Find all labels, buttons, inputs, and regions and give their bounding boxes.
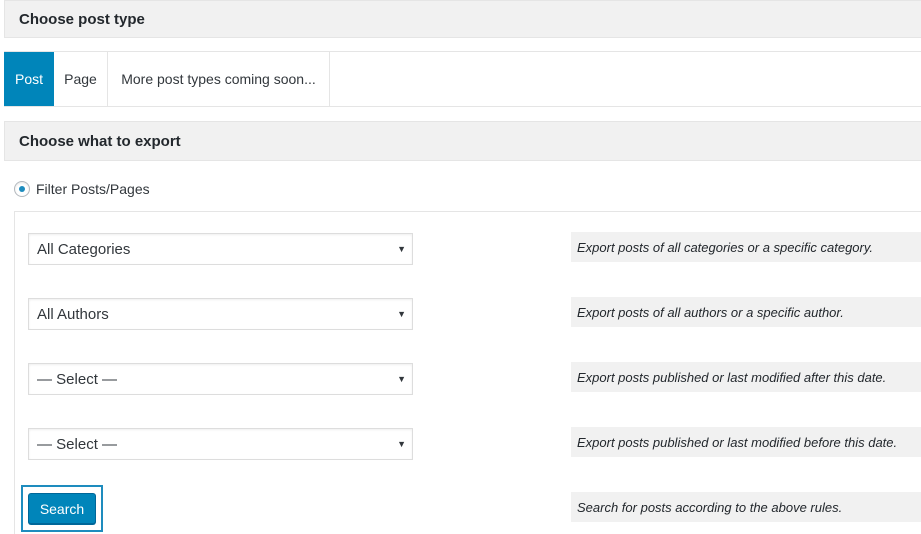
after-date-select[interactable]: — Select — ▼ xyxy=(28,363,413,395)
category-select[interactable]: All Categories ▼ xyxy=(28,233,413,265)
filter-radio-button[interactable] xyxy=(14,181,30,197)
tab-page[interactable]: Page xyxy=(54,52,108,106)
post-type-title: Choose post type xyxy=(19,10,145,28)
before-date-select[interactable]: — Select — ▼ xyxy=(28,428,413,460)
post-type-header: Choose post type xyxy=(4,0,921,38)
filter-radio-option[interactable]: Filter Posts/Pages xyxy=(14,181,150,197)
tab-post[interactable]: Post xyxy=(4,52,54,106)
author-select[interactable]: All Authors ▼ xyxy=(28,298,413,330)
after-date-description: Export posts published or last modified … xyxy=(571,362,921,392)
chevron-down-icon: ▼ xyxy=(397,309,406,319)
filter-radio-label: Filter Posts/Pages xyxy=(36,181,150,197)
before-date-select-value: — Select — xyxy=(37,435,118,453)
category-description: Export posts of all categories or a spec… xyxy=(571,232,921,262)
chevron-down-icon: ▼ xyxy=(397,244,406,254)
before-date-description: Export posts published or last modified … xyxy=(571,427,921,457)
category-select-value: All Categories xyxy=(37,240,131,258)
author-description: Export posts of all authors or a specifi… xyxy=(571,297,921,327)
search-button[interactable]: Search xyxy=(28,493,96,524)
chevron-down-icon: ▼ xyxy=(397,439,406,449)
tab-more-post-types[interactable]: More post types coming soon... xyxy=(108,52,330,106)
post-type-tabs: Post Page More post types coming soon... xyxy=(4,51,921,107)
export-header: Choose what to export xyxy=(4,121,921,161)
chevron-down-icon: ▼ xyxy=(397,374,406,384)
export-title: Choose what to export xyxy=(19,132,181,150)
after-date-select-value: — Select — xyxy=(37,370,118,388)
search-button-focus-ring: Search xyxy=(21,485,103,532)
search-description: Search for posts according to the above … xyxy=(571,492,921,522)
author-select-value: All Authors xyxy=(37,305,109,323)
